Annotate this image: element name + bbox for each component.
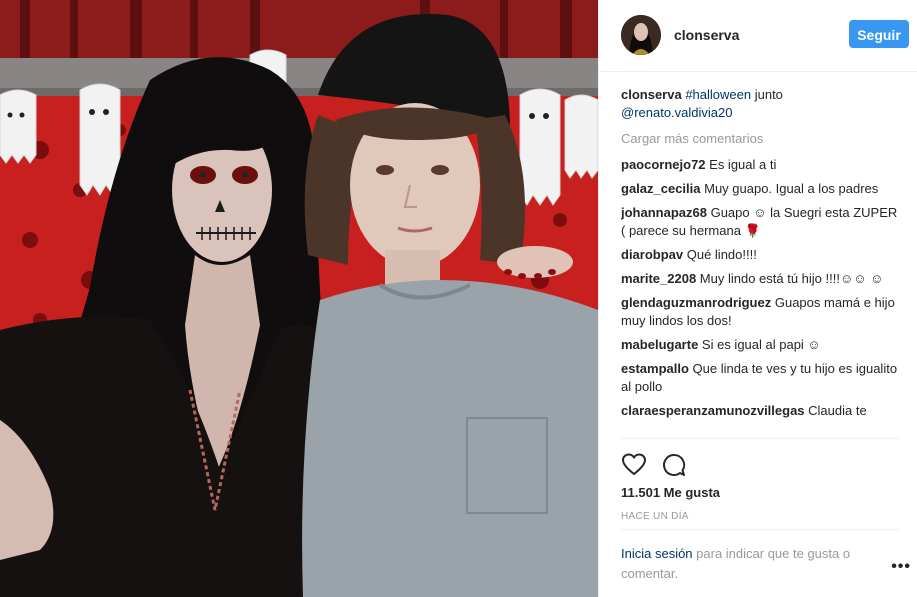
comment-item: marite_2208 Muy lindo está tú hijo !!!!☺… [621, 270, 899, 288]
caption-mention[interactable]: @renato.valdivia20 [621, 105, 732, 120]
follow-button[interactable]: Seguir [849, 20, 909, 48]
header-username[interactable]: clonserva [674, 27, 739, 43]
comment-icon[interactable] [661, 452, 687, 478]
post-panel: clonserva Seguir clonserva #halloween ju… [598, 0, 917, 597]
comment-text: Qué lindo!!!! [683, 247, 757, 262]
caption-hashtag[interactable]: #halloween [685, 87, 751, 102]
heart-icon-svg [621, 453, 647, 476]
photo-illustration [0, 0, 598, 597]
comment-item: mabelugarte Si es igual al papi ☺ [621, 336, 899, 354]
comment-text: Claudia te [804, 403, 867, 418]
comment-username[interactable]: mabelugarte [621, 337, 698, 352]
likes-count[interactable]: 11.501 Me gusta [621, 485, 720, 500]
caption-username[interactable]: clonserva [621, 87, 682, 102]
post-photo[interactable] [0, 0, 598, 597]
comment-text: Si es igual al papi ☺ [698, 337, 821, 352]
login-link[interactable]: Inicia sesión [621, 546, 693, 561]
comment-item: estampallo Que linda te ves y tu hijo es… [621, 360, 899, 396]
heart-icon[interactable] [621, 452, 647, 478]
comment-text: Es igual a ti [705, 157, 777, 172]
more-options-icon[interactable]: ••• [891, 558, 911, 576]
load-more-comments[interactable]: Cargar más comentarios [621, 130, 899, 148]
comment-item: claraesperanzamunozvillegas Claudia te [621, 402, 899, 420]
comment-username[interactable]: marite_2208 [621, 271, 696, 286]
post-timestamp[interactable]: HACE UN DÍA [621, 511, 689, 522]
comment-username[interactable]: estampallo [621, 361, 689, 376]
post-caption: clonserva #halloween junto @renato.valdi… [621, 86, 899, 122]
comment-item: diarobpav Qué lindo!!!! [621, 246, 899, 264]
post-header: clonserva Seguir [599, 0, 917, 72]
post-actions [621, 452, 701, 478]
comment-username[interactable]: galaz_cecilia [621, 181, 701, 196]
comment-text: Muy guapo. Igual a los padres [700, 181, 879, 196]
comment-username[interactable]: johannapaz68 [621, 205, 707, 220]
comment-username[interactable]: paocornejo72 [621, 157, 706, 172]
comment-item: glendaguzmanrodriguez Guapos mamá e hijo… [621, 294, 899, 330]
comment-item: johannapaz68 Guapo ☺ la Suegri esta ZUPE… [621, 204, 899, 240]
avatar-image [621, 15, 661, 55]
avatar[interactable] [621, 15, 661, 55]
comments-list[interactable]: clonserva #halloween junto @renato.valdi… [621, 86, 899, 439]
comment-username[interactable]: claraesperanzamunozvillegas [621, 403, 805, 418]
caption-text: junto [751, 87, 783, 102]
comment-username[interactable]: diarobpav [621, 247, 683, 262]
login-prompt: Inicia sesión para indicar que te gusta … [621, 529, 899, 597]
comment-item: paocornejo72 Es igual a ti [621, 156, 899, 174]
comment-item: galaz_cecilia Muy guapo. Igual a los pad… [621, 180, 899, 198]
comment-icon-svg [663, 453, 686, 476]
comment-text: Muy lindo está tú hijo !!!!☺☺ ☺ [696, 271, 884, 286]
comment-username[interactable]: glendaguzmanrodriguez [621, 295, 771, 310]
